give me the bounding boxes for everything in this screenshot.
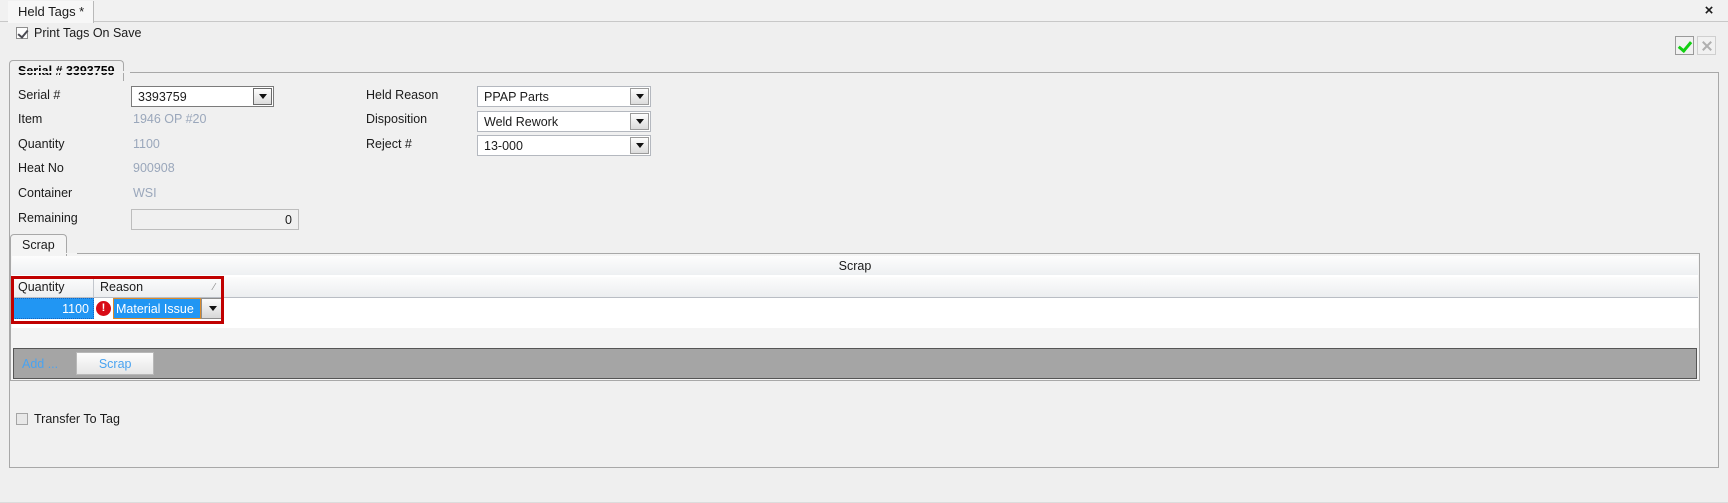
error-icon-glyph: ! <box>101 302 106 314</box>
label-disposition: Disposition <box>366 112 428 126</box>
chevron-down-icon <box>208 306 217 311</box>
reject-no-combo[interactable]: 13-000 <box>477 135 651 156</box>
print-tags-on-save-label: Print Tags On Save <box>34 26 142 40</box>
scrap-tab-seam-cover <box>11 253 77 254</box>
document-tab-label: Held Tags * <box>18 4 85 19</box>
scrap-button-label: Scrap <box>98 356 132 371</box>
held-tags-window: Held Tags * × Print Tags On Save Serial … <box>0 0 1728 503</box>
close-icon[interactable]: × <box>1700 2 1718 20</box>
column-header-reason[interactable]: Reason ⁄ <box>94 277 222 298</box>
cell-reason-value: Material Issue <box>116 301 194 316</box>
disposition-combo[interactable]: Weld Rework <box>477 111 651 132</box>
cell-quantity-value: 1100 <box>62 301 89 316</box>
error-icon[interactable]: ! <box>96 301 111 316</box>
transfer-to-tag-row[interactable]: Transfer To Tag <box>16 412 120 426</box>
chevron-down-icon <box>635 94 644 99</box>
record-action-buttons <box>1675 36 1716 55</box>
column-header-reason-label: Reason <box>100 280 144 294</box>
print-tags-on-save-checkbox[interactable] <box>16 27 28 39</box>
label-reject-no: Reject # <box>366 137 412 151</box>
quantity-value: 1100 <box>133 137 160 151</box>
column-header-quantity[interactable]: Quantity <box>12 277 94 298</box>
disposition-value: Weld Rework <box>484 114 559 129</box>
chevron-down-icon <box>635 119 644 124</box>
label-quantity: Quantity <box>18 137 65 151</box>
held-reason-dropdown-button[interactable] <box>630 88 649 105</box>
cell-quantity[interactable]: 1100 <box>12 298 94 319</box>
scrap-action-bar: Add ... Scrap <box>13 348 1697 379</box>
container-value: WSI <box>133 186 157 200</box>
remaining-input[interactable]: 0 <box>131 209 299 230</box>
item-value: 1946 OP #20 <box>133 112 207 126</box>
label-item: Item <box>18 112 43 126</box>
window-titlebar: Held Tags * × <box>0 0 1728 23</box>
label-remaining: Remaining <box>18 211 78 225</box>
print-tags-on-save-row[interactable]: Print Tags On Save <box>16 26 141 40</box>
table-row[interactable]: 1100 ! Material Issue <box>12 298 1698 319</box>
column-header-quantity-label: Quantity <box>18 280 65 294</box>
x-icon <box>1701 40 1712 51</box>
scrap-button[interactable]: Scrap <box>76 352 155 375</box>
scrap-grid-header: Quantity Reason ⁄ <box>12 277 1698 298</box>
disposition-dropdown-button[interactable] <box>630 113 649 130</box>
scrap-grid-caption-label: Scrap <box>838 258 872 273</box>
confirm-button[interactable] <box>1675 36 1694 55</box>
held-reason-combo[interactable]: PPAP Parts <box>477 86 651 107</box>
remaining-value: 0 <box>285 212 292 227</box>
heat-no-value: 900908 <box>133 161 175 175</box>
tab-seam-cover <box>10 71 130 73</box>
label-container: Container <box>18 186 73 200</box>
reject-no-dropdown-button[interactable] <box>630 137 649 154</box>
transfer-to-tag-checkbox[interactable] <box>16 413 28 425</box>
label-held-reason: Held Reason <box>366 88 439 102</box>
serial-number-dropdown-button[interactable] <box>253 88 272 105</box>
checkmark-icon <box>1677 37 1693 54</box>
chevron-down-icon <box>635 143 644 148</box>
row-filler <box>224 298 1698 319</box>
chevron-down-icon <box>258 94 267 99</box>
serial-number-combo[interactable]: 3393759 <box>131 86 274 107</box>
held-reason-value: PPAP Parts <box>484 89 549 104</box>
close-glyph: × <box>1704 2 1714 19</box>
scrap-grid-caption: Scrap <box>12 256 1698 276</box>
sort-indicator-icon: ⁄ <box>213 281 215 293</box>
column-header-filler <box>222 277 1698 298</box>
add-link[interactable]: Add ... <box>22 357 58 371</box>
tab-scrap-label: Scrap <box>22 238 55 252</box>
label-serial-number: Serial # <box>18 88 61 102</box>
cancel-button[interactable] <box>1697 36 1716 55</box>
document-tab-held-tags[interactable]: Held Tags * <box>8 1 95 23</box>
transfer-to-tag-label: Transfer To Tag <box>34 412 120 426</box>
reject-no-value: 13-000 <box>484 138 523 153</box>
cell-reason-dropdown-button[interactable] <box>201 298 224 319</box>
label-heat-no: Heat No <box>18 161 64 175</box>
serial-number-value: 3393759 <box>138 89 187 104</box>
cell-reason-editor[interactable]: Material Issue <box>113 298 201 319</box>
